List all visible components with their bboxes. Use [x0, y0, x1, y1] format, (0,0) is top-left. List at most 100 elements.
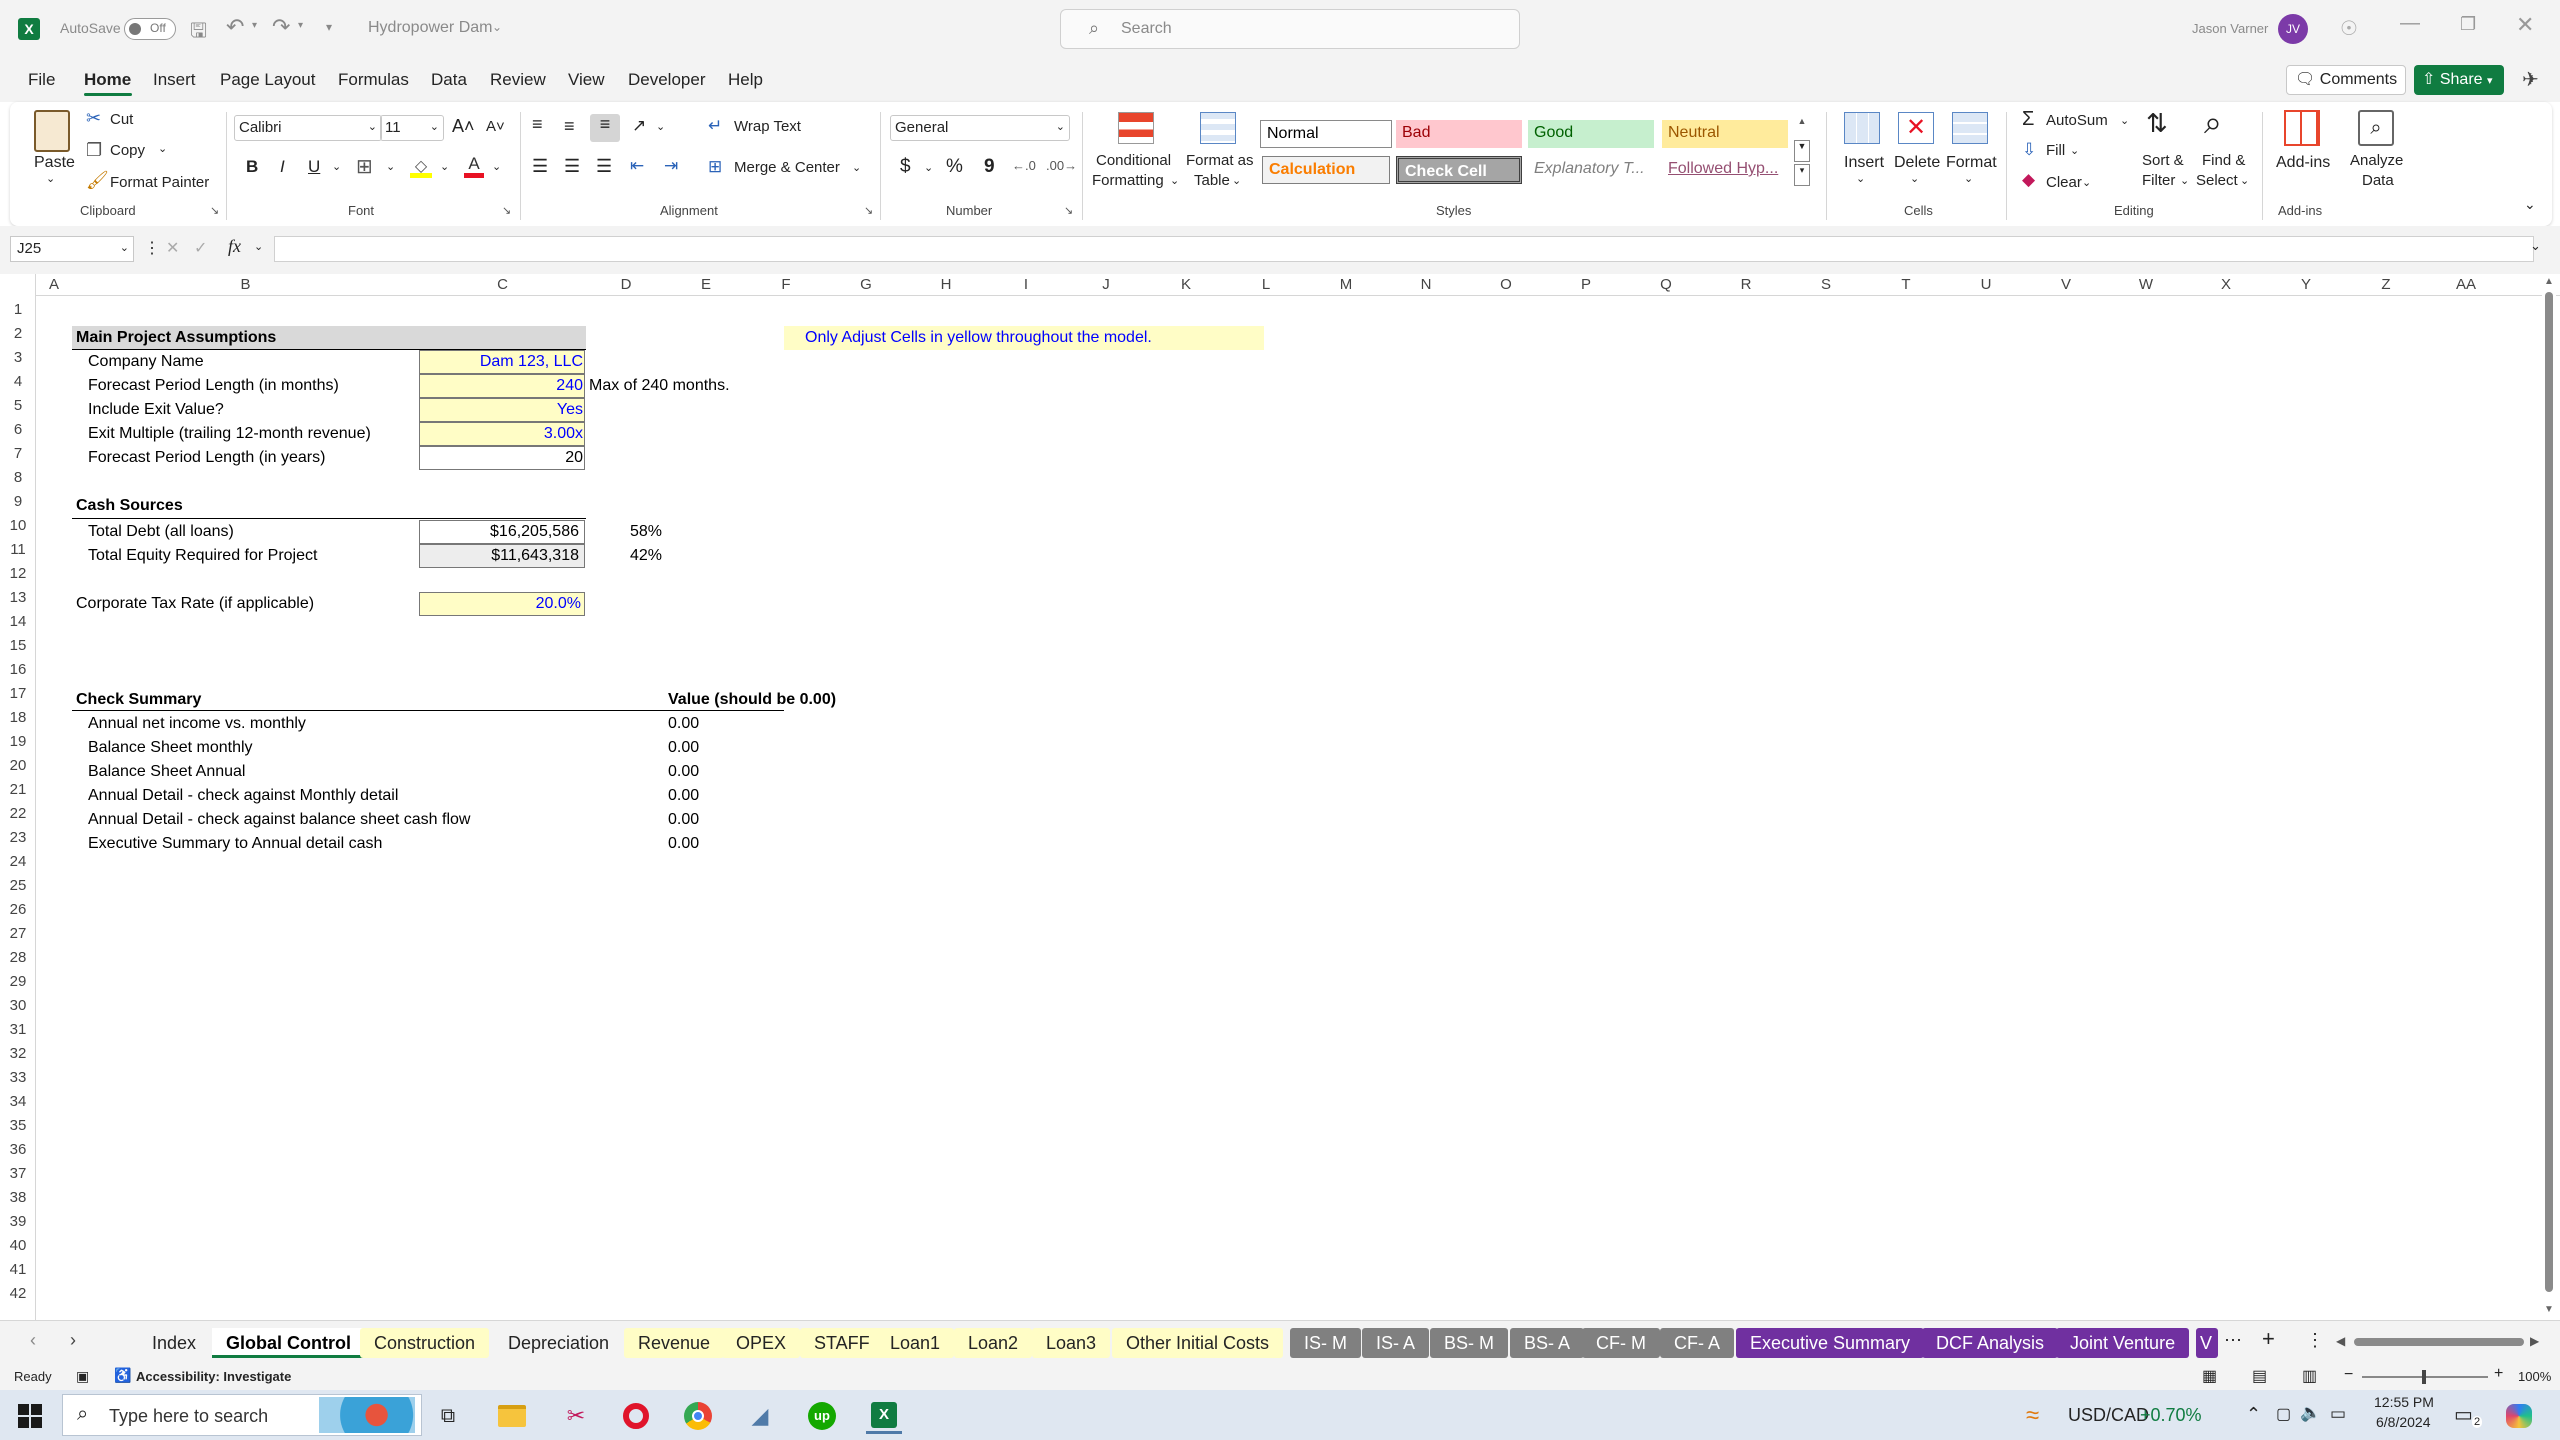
cash-sources-header[interactable]: Cash Sources [76, 494, 183, 518]
forecast-years-value[interactable]: 20 [419, 446, 583, 470]
row-header[interactable]: 25 [0, 874, 36, 898]
style-calculation[interactable]: Calculation [1262, 156, 1390, 184]
insert-cells-label[interactable]: Insert [1844, 154, 1884, 172]
column-header[interactable]: N [1386, 276, 1466, 296]
increase-font-icon[interactable]: A˄ [452, 116, 475, 137]
debt-pct[interactable]: 58% [630, 520, 662, 544]
row-header[interactable]: 38 [0, 1186, 36, 1210]
paste-label[interactable]: Paste [34, 154, 75, 172]
clock-date[interactable]: 6/8/2024 [2376, 1414, 2431, 1430]
wrap-text-label[interactable]: Wrap Text [734, 118, 801, 135]
tab-other-initial-costs[interactable]: Other Initial Costs [1112, 1328, 1284, 1358]
lightbulb-icon[interactable]: ☉ [2340, 16, 2358, 41]
row-header[interactable]: 3 [0, 346, 36, 370]
tax-value[interactable]: 20.0% [419, 592, 581, 616]
cancel-entry-icon[interactable]: ✕ [166, 238, 179, 258]
collapse-ribbon-icon[interactable]: ⌄ [2524, 196, 2536, 213]
accessibility-status[interactable]: Accessibility: Investigate [136, 1369, 291, 1384]
menu-home[interactable]: Home [84, 70, 131, 90]
hscroll-left-icon[interactable]: ◀ [2336, 1334, 2345, 1348]
delete-cells-icon[interactable]: ✕ [1898, 112, 1934, 144]
merge-center-label[interactable]: Merge & Center [734, 159, 840, 176]
row-header[interactable]: 18 [0, 706, 36, 730]
comments-button[interactable]: 🗨 Comments [2286, 65, 2406, 95]
number-launcher-icon[interactable]: ↘ [1064, 204, 1073, 217]
check-summary-header[interactable]: Check Summary [76, 688, 201, 712]
format-as-table-label[interactable]: Format as [1186, 152, 1254, 169]
column-header[interactable]: A [36, 276, 72, 296]
horizontal-scroll-thumb[interactable] [2354, 1338, 2524, 1346]
equity-pct[interactable]: 42% [630, 544, 662, 568]
add-sheet-icon[interactable]: + [2262, 1326, 2275, 1352]
format-painter-label[interactable]: Format Painter [110, 174, 209, 191]
macro-record-icon[interactable]: ▣ [76, 1368, 89, 1385]
font-color-icon[interactable]: A [464, 154, 484, 178]
sheet-options-icon[interactable]: ⋮ [2306, 1330, 2324, 1351]
exit-value[interactable]: Yes [419, 398, 583, 422]
row-header[interactable]: 16 [0, 658, 36, 682]
align-top-icon[interactable]: ≡ [532, 114, 543, 135]
tab-loan2[interactable]: Loan2 [954, 1328, 1033, 1358]
chevron-down-icon[interactable]: ⌄ [1856, 172, 1865, 185]
sort-filter-label[interactable]: Sort & [2142, 152, 2184, 169]
percent-button[interactable]: % [946, 156, 963, 178]
font-launcher-icon[interactable]: ↘ [502, 204, 511, 217]
accessibility-icon[interactable]: ♿ [114, 1367, 131, 1384]
column-header[interactable]: K [1146, 276, 1226, 296]
volume-icon[interactable]: 🔈 [2300, 1403, 2321, 1423]
row-header[interactable]: 31 [0, 1018, 36, 1042]
borders-chevron-icon[interactable]: ⌄ [386, 160, 395, 173]
tab-is-a[interactable]: IS- A [1362, 1328, 1430, 1358]
align-bottom-button[interactable]: ≡ [590, 114, 620, 142]
multiple-value[interactable]: 3.00x [419, 422, 583, 446]
analyze-data-label-2[interactable]: Data [2362, 172, 2394, 189]
check-value[interactable]: 0.00 [668, 784, 699, 808]
column-header[interactable]: Z [2346, 276, 2426, 296]
tab-global-control[interactable]: Global Control [212, 1328, 365, 1358]
merge-chevron-icon[interactable]: ⌄ [852, 161, 861, 174]
row-header[interactable]: 14 [0, 610, 36, 634]
close-icon[interactable]: ✕ [2516, 12, 2534, 38]
scroll-up-icon[interactable]: ▲ [2544, 276, 2554, 287]
task-view-icon[interactable]: ⧉ [430, 1398, 466, 1434]
insert-function-icon[interactable]: fx [228, 236, 241, 257]
row-header[interactable]: 8 [0, 466, 36, 490]
row-header[interactable]: 10 [0, 514, 36, 538]
row-header[interactable]: 34 [0, 1090, 36, 1114]
tab-index[interactable]: Index [138, 1328, 211, 1358]
main-project-header[interactable]: Main Project Assumptions [76, 326, 276, 350]
sort-filter-label-2[interactable]: Filter [2142, 172, 2175, 189]
menu-developer[interactable]: Developer [628, 70, 706, 90]
check-label[interactable]: Executive Summary to Annual detail cash [88, 832, 382, 856]
share-button[interactable]: ⇧ Share ▾ [2414, 65, 2504, 95]
tab-staff[interactable]: STAFF [800, 1328, 884, 1358]
decrease-decimal-icon[interactable]: .00→ [1046, 158, 1077, 173]
column-header[interactable]: M [1306, 276, 1386, 296]
column-header[interactable]: D [586, 276, 666, 296]
cut-icon[interactable]: ✂ [86, 108, 101, 129]
row-header[interactable]: 12 [0, 562, 36, 586]
network-icon[interactable]: ▭ [2330, 1404, 2346, 1424]
tab-executive-summary[interactable]: Executive Summary [1736, 1328, 1925, 1358]
format-painter-icon[interactable]: 🖌 [86, 170, 109, 191]
borders-icon[interactable]: ⊞ [356, 154, 373, 179]
format-as-table-label-2[interactable]: Table [1194, 172, 1230, 189]
align-middle-icon[interactable]: ≡ [564, 116, 575, 137]
font-size-select[interactable]: 11 ⌄ [380, 115, 444, 141]
format-as-table-icon[interactable] [1200, 112, 1236, 144]
paste-icon[interactable] [34, 110, 70, 152]
check-value[interactable]: 0.00 [668, 760, 699, 784]
notification-icon[interactable]: ▭ [2454, 1402, 2473, 1427]
name-box[interactable]: J25 ⌄ [10, 236, 134, 262]
tax-label[interactable]: Corporate Tax Rate (if applicable) [76, 592, 314, 616]
clear-chevron-icon[interactable]: ⌄ [2082, 176, 2091, 189]
row-header[interactable]: 37 [0, 1162, 36, 1186]
tab-cf-m[interactable]: CF- M [1582, 1328, 1660, 1358]
orientation-icon[interactable]: ↗ [632, 116, 646, 136]
restore-icon[interactable]: ❐ [2460, 14, 2476, 35]
alignment-launcher-icon[interactable]: ↘ [864, 204, 873, 217]
check-value[interactable]: 0.00 [668, 736, 699, 760]
style-followed-hyperlink[interactable]: Followed Hyp... [1662, 156, 1788, 184]
style-good[interactable]: Good [1528, 120, 1654, 148]
style-normal[interactable]: Normal [1260, 120, 1392, 148]
